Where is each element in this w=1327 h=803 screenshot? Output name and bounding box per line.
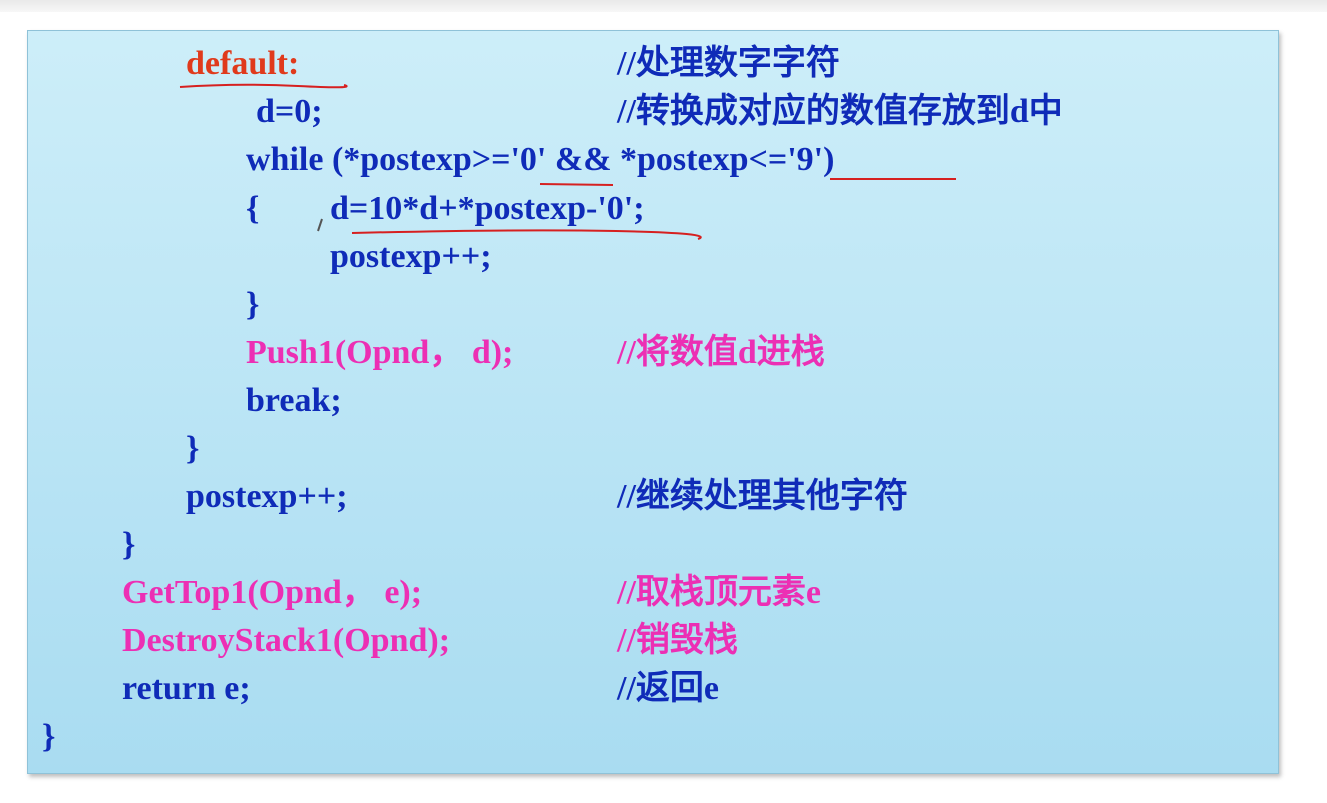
comment-gettop: //取栈顶元素e (617, 574, 821, 611)
destroystack-call: DestroyStack1(Opnd); (122, 622, 451, 659)
postexp-increment: postexp++; (186, 478, 348, 515)
code-slide-panel: default: //处理数字字符 d=0; //转换成对应的数值存放到d中 w… (27, 30, 1279, 774)
return-statement: return e; (122, 670, 251, 707)
window-top-bar (0, 0, 1327, 12)
comment-return: //返回e (617, 670, 719, 707)
comment-postexp-increment: //继续处理其他字符 (617, 478, 908, 515)
comment-destroystack: //销毁栈 (617, 622, 738, 659)
gettop-call: GetTop1(Opnd， e); (122, 574, 423, 611)
comment-push: //将数值d进栈 (617, 334, 825, 371)
while-close-brace: } (122, 526, 136, 563)
block-open-brace: { (246, 190, 260, 227)
while-condition: while (*postexp>='0' && *postexp<='9') (246, 141, 835, 178)
switch-close-brace: } (186, 430, 200, 467)
comment-d-init: //转换成对应的数值存放到d中 (617, 93, 1063, 130)
annotation-underline-default (179, 83, 348, 89)
break-statement: break; (246, 382, 342, 419)
comment-default: //处理数字字符 (617, 45, 840, 82)
postexp-increment-inner: postexp++; (330, 238, 492, 275)
annotation-underline-nine (830, 178, 956, 180)
block-close-brace: } (246, 286, 260, 323)
push-call: Push1(Opnd， d); (246, 334, 514, 371)
d-init: d=0; (256, 93, 323, 130)
function-close-brace: } (42, 718, 56, 755)
